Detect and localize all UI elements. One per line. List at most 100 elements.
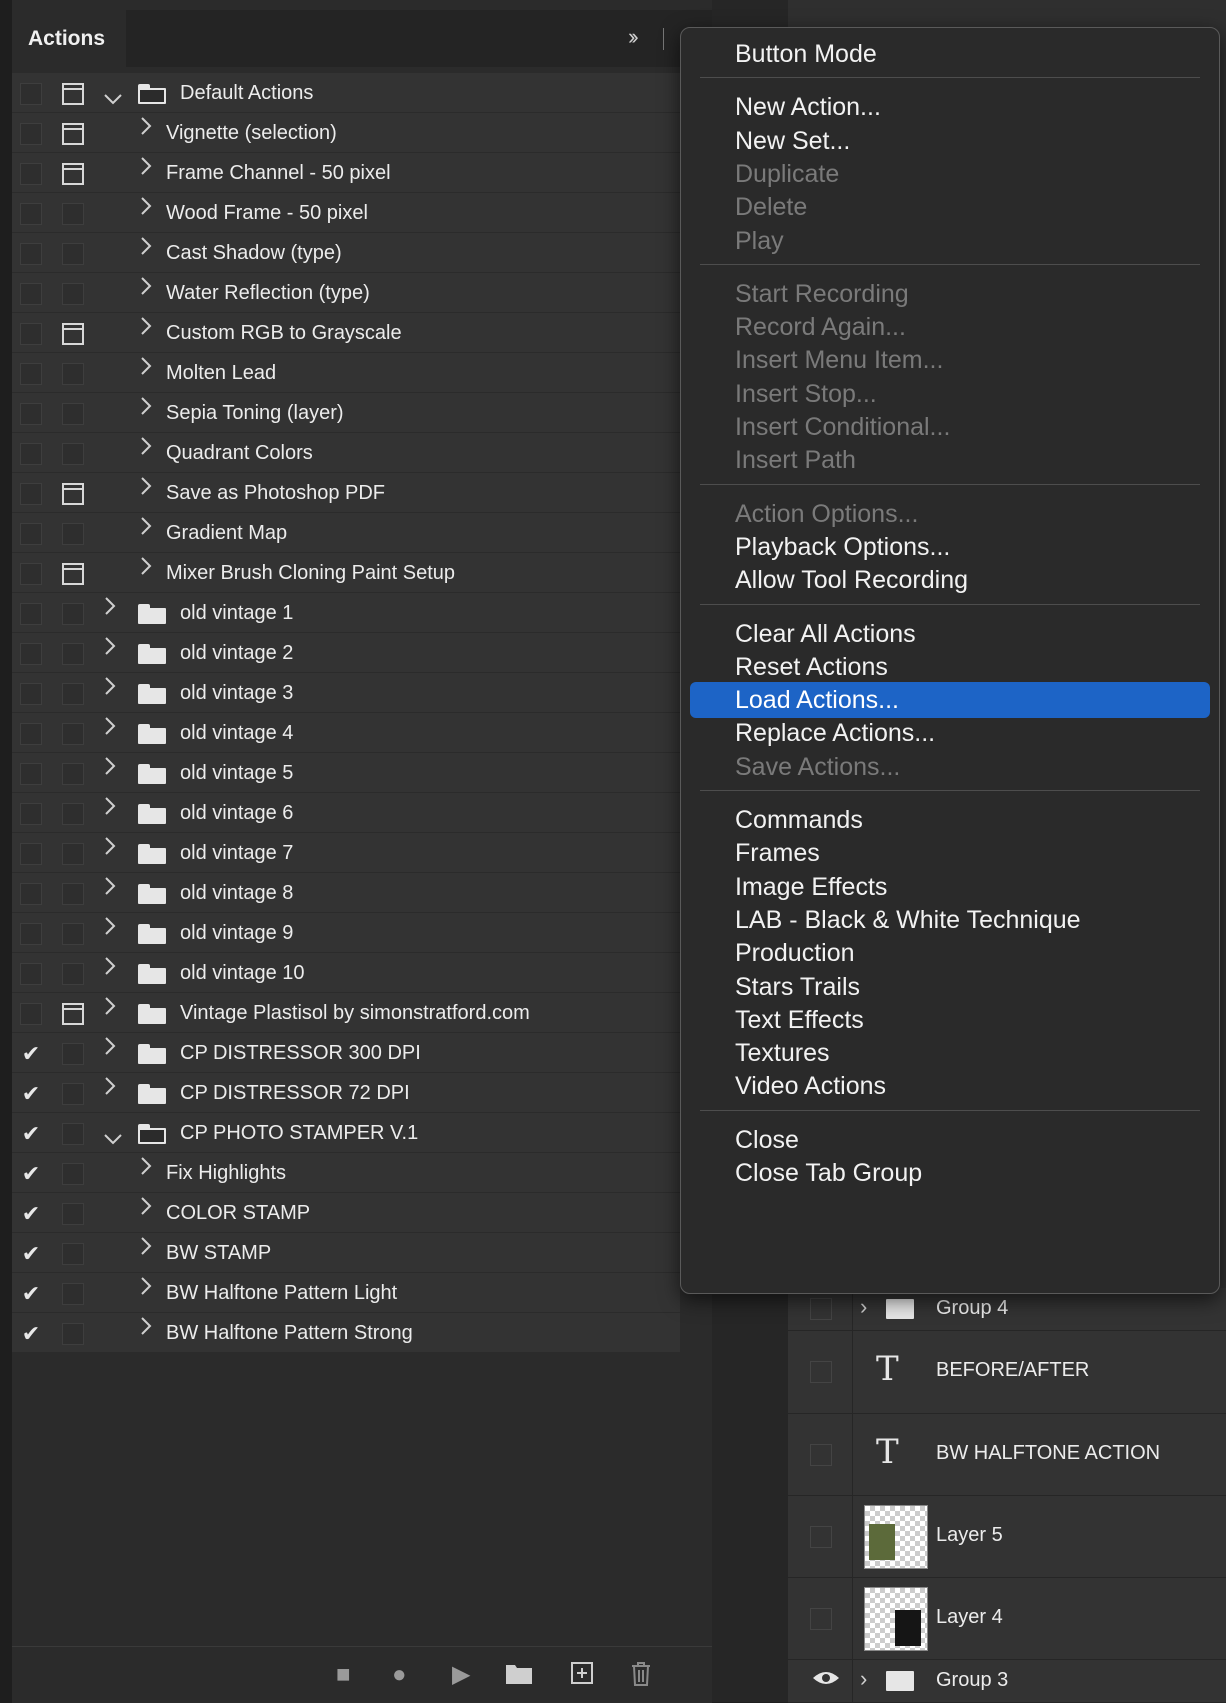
toggle-dialog-icon[interactable] bbox=[62, 1043, 84, 1065]
stop-icon[interactable]: ■ bbox=[336, 1661, 351, 1689]
toggle-dialog-icon[interactable] bbox=[62, 523, 84, 545]
toggle-item-checkbox[interactable] bbox=[20, 403, 42, 425]
toggle-dialog-icon[interactable] bbox=[62, 83, 84, 105]
menu-item-playback-options[interactable]: Playback Options... bbox=[690, 529, 1210, 565]
menu-item-clear-all-actions[interactable]: Clear All Actions bbox=[690, 616, 1210, 652]
toggle-dialog-icon[interactable] bbox=[62, 643, 84, 665]
toggle-item-checkbox[interactable]: ✔ bbox=[20, 1083, 42, 1105]
chevron-right-icon[interactable] bbox=[140, 433, 152, 463]
action-set-row[interactable]: old vintage 7 bbox=[12, 833, 680, 872]
visibility-toggle[interactable] bbox=[810, 1361, 832, 1383]
toggle-dialog-icon[interactable] bbox=[62, 1323, 84, 1345]
toggle-dialog-icon[interactable] bbox=[62, 1083, 84, 1105]
menu-item-new-action[interactable]: New Action... bbox=[690, 89, 1210, 125]
chevron-right-icon[interactable] bbox=[140, 353, 152, 383]
menu-item-close-tab-group[interactable]: Close Tab Group bbox=[690, 1155, 1210, 1191]
action-set-row[interactable]: old vintage 10 bbox=[12, 953, 680, 992]
layer-row-before-after[interactable]: T BEFORE/AFTER bbox=[788, 1331, 1226, 1414]
chevron-down-icon[interactable] bbox=[104, 1123, 122, 1153]
chevron-right-icon[interactable] bbox=[140, 1153, 152, 1183]
toggle-dialog-icon[interactable] bbox=[62, 723, 84, 745]
toggle-item-checkbox[interactable] bbox=[20, 683, 42, 705]
action-row[interactable]: ✔ Fix Highlights bbox=[12, 1153, 680, 1192]
chevron-right-icon[interactable] bbox=[140, 153, 152, 183]
menu-item-frames[interactable]: Frames bbox=[690, 835, 1210, 871]
toggle-item-checkbox[interactable]: ✔ bbox=[20, 1043, 42, 1065]
toggle-dialog-icon[interactable] bbox=[62, 403, 84, 425]
chevron-right-icon[interactable] bbox=[104, 673, 116, 703]
chevron-right-icon[interactable] bbox=[140, 273, 152, 303]
chevron-right-icon[interactable] bbox=[140, 233, 152, 263]
toggle-dialog-icon[interactable] bbox=[62, 843, 84, 865]
action-set-row[interactable]: Vintage Plastisol by simonstratford.com bbox=[12, 993, 680, 1032]
chevron-right-icon[interactable] bbox=[104, 1073, 116, 1103]
toggle-item-checkbox[interactable]: ✔ bbox=[20, 1283, 42, 1305]
toggle-item-checkbox[interactable] bbox=[20, 483, 42, 505]
toggle-dialog-icon[interactable] bbox=[62, 243, 84, 265]
menu-item-commands[interactable]: Commands bbox=[690, 802, 1210, 838]
chevron-right-icon[interactable] bbox=[104, 913, 116, 943]
folder-icon[interactable] bbox=[505, 1661, 533, 1692]
action-set-row[interactable]: ✔ CP DISTRESSOR 300 DPI bbox=[12, 1033, 680, 1072]
toggle-dialog-icon[interactable] bbox=[62, 683, 84, 705]
visibility-toggle[interactable] bbox=[810, 1526, 832, 1548]
toggle-item-checkbox[interactable] bbox=[20, 123, 42, 145]
chevron-right-icon[interactable] bbox=[104, 1033, 116, 1063]
action-row[interactable]: Gradient Map bbox=[12, 513, 680, 552]
menu-item-reset-actions[interactable]: Reset Actions bbox=[690, 649, 1210, 685]
trash-icon[interactable] bbox=[630, 1661, 652, 1694]
action-set-row[interactable]: old vintage 1 bbox=[12, 593, 680, 632]
chevron-right-icon[interactable] bbox=[140, 513, 152, 543]
eye-icon[interactable] bbox=[812, 1668, 840, 1693]
chevron-right-icon[interactable] bbox=[104, 753, 116, 783]
chevron-right-icon[interactable] bbox=[104, 953, 116, 983]
action-row[interactable]: Quadrant Colors bbox=[12, 433, 680, 472]
toggle-dialog-icon[interactable] bbox=[62, 163, 84, 185]
play-icon[interactable]: ▶ bbox=[452, 1661, 470, 1689]
menu-item-replace-actions[interactable]: Replace Actions... bbox=[690, 715, 1210, 751]
menu-item-stars-trails[interactable]: Stars Trails bbox=[690, 969, 1210, 1005]
action-row[interactable]: Save as Photoshop PDF bbox=[12, 473, 680, 512]
action-set-row[interactable]: old vintage 8 bbox=[12, 873, 680, 912]
chevron-right-icon[interactable]: › bbox=[860, 1666, 867, 1692]
action-row[interactable]: Cast Shadow (type) bbox=[12, 233, 680, 272]
layer-row-layer-5[interactable]: Layer 5 bbox=[788, 1496, 1226, 1578]
chevron-right-icon[interactable] bbox=[140, 473, 152, 503]
toggle-item-checkbox[interactable] bbox=[20, 763, 42, 785]
toggle-item-checkbox[interactable] bbox=[20, 443, 42, 465]
menu-item-new-set[interactable]: New Set... bbox=[690, 123, 1210, 159]
toggle-dialog-icon[interactable] bbox=[62, 563, 84, 585]
toggle-item-checkbox[interactable] bbox=[20, 363, 42, 385]
action-row[interactable]: Frame Channel - 50 pixel bbox=[12, 153, 680, 192]
action-set-row[interactable]: Default Actions bbox=[12, 73, 680, 112]
menu-item-text-effects[interactable]: Text Effects bbox=[690, 1002, 1210, 1038]
toggle-item-checkbox[interactable] bbox=[20, 1003, 42, 1025]
menu-item-allow-tool-recording[interactable]: Allow Tool Recording bbox=[690, 562, 1210, 598]
chevron-right-icon[interactable] bbox=[140, 1313, 152, 1343]
toggle-dialog-icon[interactable] bbox=[62, 603, 84, 625]
toggle-item-checkbox[interactable] bbox=[20, 883, 42, 905]
chevron-right-icon[interactable] bbox=[104, 593, 116, 623]
chevron-down-icon[interactable] bbox=[104, 83, 122, 113]
chevron-right-icon[interactable] bbox=[104, 833, 116, 863]
toggle-dialog-icon[interactable] bbox=[62, 1163, 84, 1185]
menu-item-production[interactable]: Production bbox=[690, 935, 1210, 971]
menu-item-lab-black-white-technique[interactable]: LAB - Black & White Technique bbox=[690, 902, 1210, 938]
toggle-dialog-icon[interactable] bbox=[62, 923, 84, 945]
visibility-toggle[interactable] bbox=[810, 1608, 832, 1630]
menu-item-image-effects[interactable]: Image Effects bbox=[690, 869, 1210, 905]
action-row[interactable]: Sepia Toning (layer) bbox=[12, 393, 680, 432]
toggle-dialog-icon[interactable] bbox=[62, 803, 84, 825]
action-set-row[interactable]: ✔ CP PHOTO STAMPER V.1 bbox=[12, 1113, 680, 1152]
chevron-right-icon[interactable] bbox=[140, 553, 152, 583]
toggle-item-checkbox[interactable] bbox=[20, 803, 42, 825]
chevron-right-icon[interactable]: › bbox=[860, 1294, 867, 1320]
toggle-item-checkbox[interactable] bbox=[20, 323, 42, 345]
action-row[interactable]: Wood Frame - 50 pixel bbox=[12, 193, 680, 232]
toggle-item-checkbox[interactable] bbox=[20, 643, 42, 665]
toggle-item-checkbox[interactable] bbox=[20, 563, 42, 585]
layer-row-group-3[interactable]: › Group 3 bbox=[788, 1660, 1226, 1703]
toggle-dialog-icon[interactable] bbox=[62, 123, 84, 145]
chevron-right-icon[interactable] bbox=[104, 993, 116, 1023]
chevron-right-icon[interactable] bbox=[104, 873, 116, 903]
